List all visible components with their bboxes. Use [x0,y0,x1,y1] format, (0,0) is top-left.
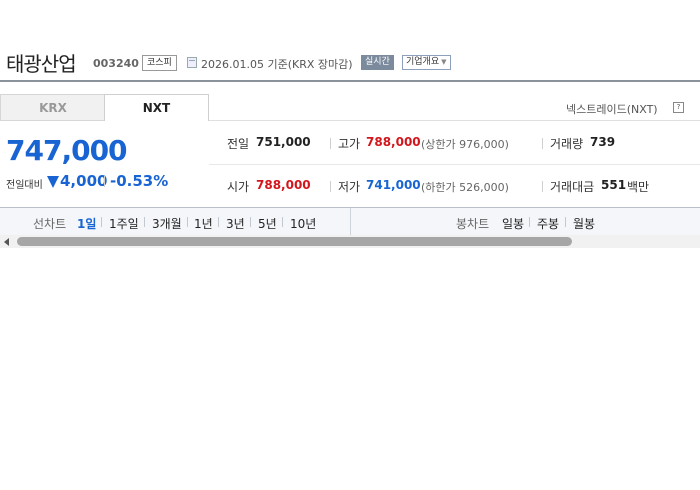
document-icon [187,57,197,68]
company-name: 태광산업 [6,52,77,76]
period-1w[interactable]: 1주일 [109,215,139,232]
candle-monthly[interactable]: 월봉 [573,215,595,232]
high-label: 고가 [338,137,361,151]
period-separator [218,217,219,227]
chevron-down-icon: ▼ [441,58,447,66]
candle-weekly[interactable]: 주봉 [537,215,559,232]
scroll-left-icon[interactable] [4,238,9,246]
open-value: 788,000 [256,178,311,192]
low-label: 저가 [338,180,361,194]
period-1y[interactable]: 1년 [194,215,213,232]
candle-chart-label: 봉차트 [456,217,490,231]
period-separator [101,217,102,227]
info-separator [542,181,543,192]
period-separator [250,217,251,227]
period-separator [187,217,188,227]
high-value: 788,000 [366,135,421,149]
current-price: 747,000 [6,134,128,167]
change-rate: -0.53% [110,172,169,190]
chart-bar-divider [350,208,351,235]
stock-code: 003240 [93,57,139,70]
scrollbar-thumb[interactable] [17,237,572,246]
tab-nxt[interactable]: NXT [104,94,209,121]
low-value: 741,000 [366,178,421,192]
open-label: 시가 [227,180,250,194]
upper-limit: (상한가 976,000) [421,138,509,151]
period-separator [529,217,530,227]
period-10y[interactable]: 10년 [290,215,316,232]
period-separator [144,217,145,227]
date-basis-text: 2026.01.05 기준(KRX 장마감) [201,58,353,71]
lower-limit: (하한가 526,000) [421,181,509,194]
market-badge: 코스피 [142,55,177,71]
tab-underline [209,120,700,121]
realtime-button[interactable]: 실시간 [361,55,394,70]
info-separator [542,138,543,149]
company-overview-label: 기업개요 [406,57,440,67]
question-icon[interactable]: ? [673,102,684,113]
change-value: 4,000 [60,172,108,190]
period-1d[interactable]: 1일 [77,215,96,232]
tab-krx[interactable]: KRX [0,94,105,121]
period-separator [565,217,566,227]
period-separator [282,217,283,227]
change-separator [104,176,105,187]
volume-label: 거래량 [550,137,584,151]
info-row-divider [209,164,700,165]
change-label: 전일대비 [6,180,43,191]
trade-value-unit: 백만 [627,180,650,194]
trade-value: 551 [601,178,627,192]
triangle-down-icon [47,176,59,188]
company-overview-button[interactable]: 기업개요 ▼ [402,55,451,70]
prev-close-label: 전일 [227,137,250,151]
candle-daily[interactable]: 일봉 [502,215,524,232]
prev-close-value: 751,000 [256,135,311,149]
trade-value-label: 거래대금 [550,180,595,194]
info-separator [330,138,331,149]
title-divider [0,80,700,82]
period-5y[interactable]: 5년 [258,215,277,232]
line-chart-label: 선차트 [33,217,67,231]
info-separator [330,181,331,192]
period-3y[interactable]: 3년 [226,215,245,232]
volume-value: 739 [590,135,616,149]
period-3m[interactable]: 3개월 [152,215,182,232]
nextrade-label: 넥스트레이드(NXT) [566,103,658,116]
